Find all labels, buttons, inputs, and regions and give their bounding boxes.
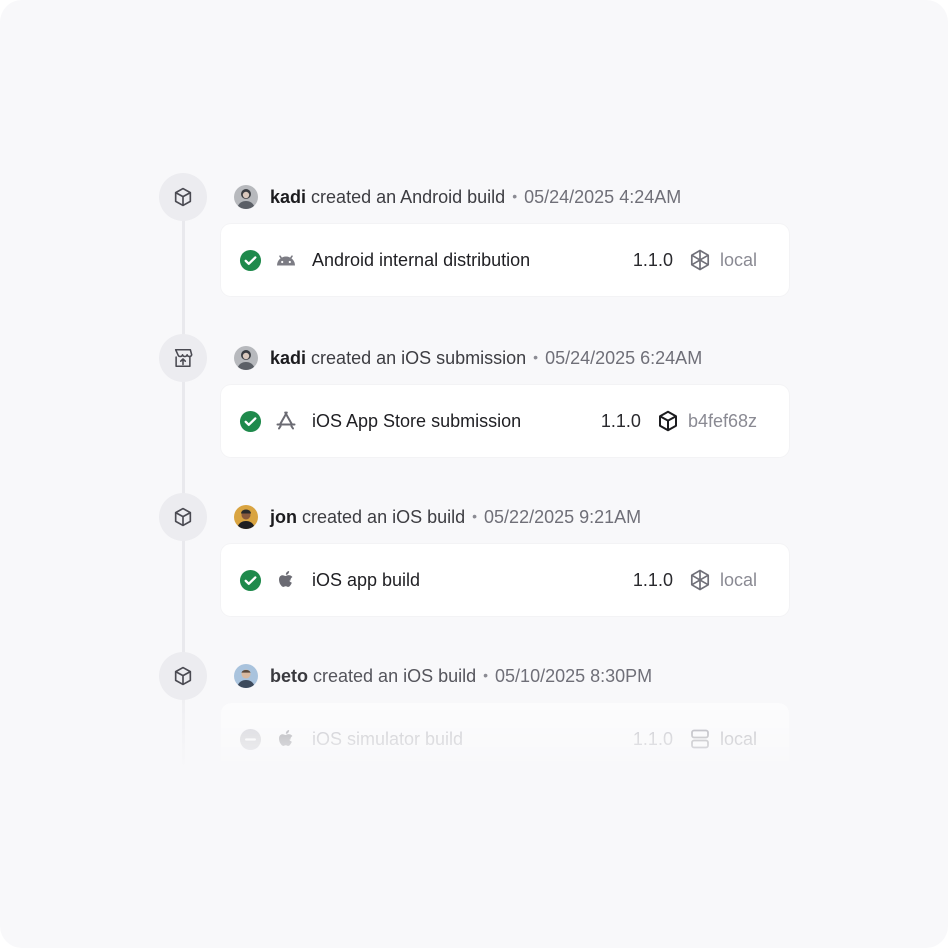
cube-icon (159, 493, 207, 541)
event-timestamp: 05/24/2025 4:24AM (524, 187, 682, 207)
user-name[interactable]: kadi (270, 187, 306, 207)
cube-icon (159, 652, 207, 700)
check-circle-icon (239, 249, 262, 272)
event-headline: kadi created an iOS submission • 05/24/202… (270, 347, 702, 369)
event-timestamp: 05/24/2025 6:24AM (545, 348, 703, 368)
event-headline: beto created an iOS build • 05/10/2025 8:3… (270, 665, 652, 687)
avatar-jon[interactable] (234, 505, 258, 529)
build-card[interactable]: Android internal distribution 1.1.0 loca… (221, 224, 789, 296)
user-name[interactable]: beto (270, 666, 308, 686)
expo-icon (688, 248, 712, 272)
cube-icon (159, 173, 207, 221)
build-card[interactable]: iOS simulator build 1.1.0 local (221, 703, 789, 775)
user-name[interactable]: jon (270, 507, 297, 527)
cube-icon (656, 409, 680, 433)
event-action: created an Android build (311, 187, 506, 207)
commit-hash[interactable]: b4fef68z (688, 408, 757, 434)
activity-timeline: kadi created an Android build • 05/24/2025… (0, 0, 948, 948)
build-title: iOS app build (312, 570, 421, 590)
separator-dot: • (512, 188, 518, 204)
build-source: local (719, 729, 757, 749)
event-action: created an iOS submission (311, 348, 527, 368)
separator-dot: • (533, 349, 539, 365)
store-upload-icon (159, 334, 207, 382)
event-action: created an iOS build (302, 507, 466, 527)
separator-dot: • (483, 667, 489, 683)
user-name[interactable]: kadi (270, 348, 306, 368)
server-icon (688, 727, 712, 751)
build-card[interactable]: iOS app build 1.1.0 local (221, 544, 789, 616)
event-timestamp: 05/22/2025 9:21AM (484, 507, 642, 527)
expo-icon (688, 568, 712, 592)
avatar-beto[interactable] (234, 664, 258, 688)
event-headline: kadi created an Android build • 05/24/2025… (270, 186, 681, 208)
event-headline: jon created an iOS build • 05/22/2025 9:21… (270, 506, 641, 528)
build-version: 1.1.0 (600, 411, 641, 431)
submission-card[interactable]: iOS App Store submission 1.1.0 b4fef68z (221, 385, 789, 457)
build-version: 1.1.0 (632, 729, 673, 749)
build-meta: 1.1.0 local (633, 726, 757, 752)
separator-dot: • (472, 508, 478, 524)
avatar-kadi[interactable] (234, 185, 258, 209)
apple-icon (274, 727, 298, 751)
build-title: iOS simulator build (312, 729, 464, 749)
build-version: 1.1.0 (632, 250, 673, 270)
app-store-icon (274, 409, 298, 433)
build-meta: 1.1.0 local (633, 567, 757, 593)
build-version: 1.1.0 (632, 570, 673, 590)
submission-title: iOS App Store submission (312, 411, 522, 431)
cancel-circle-icon (239, 728, 262, 751)
submission-meta: 1.1.0 b4fef68z (601, 408, 757, 434)
build-source: local (719, 570, 757, 590)
event-action: created an iOS build (313, 666, 477, 686)
event-timestamp: 05/10/2025 8:30PM (495, 666, 653, 686)
avatar-kadi[interactable] (234, 346, 258, 370)
build-meta: 1.1.0 local (633, 247, 757, 273)
build-source: local (719, 250, 757, 270)
check-circle-icon (239, 410, 262, 433)
build-title: Android internal distribution (312, 250, 531, 270)
apple-icon (274, 568, 298, 592)
android-icon (274, 248, 298, 272)
check-circle-icon (239, 569, 262, 592)
